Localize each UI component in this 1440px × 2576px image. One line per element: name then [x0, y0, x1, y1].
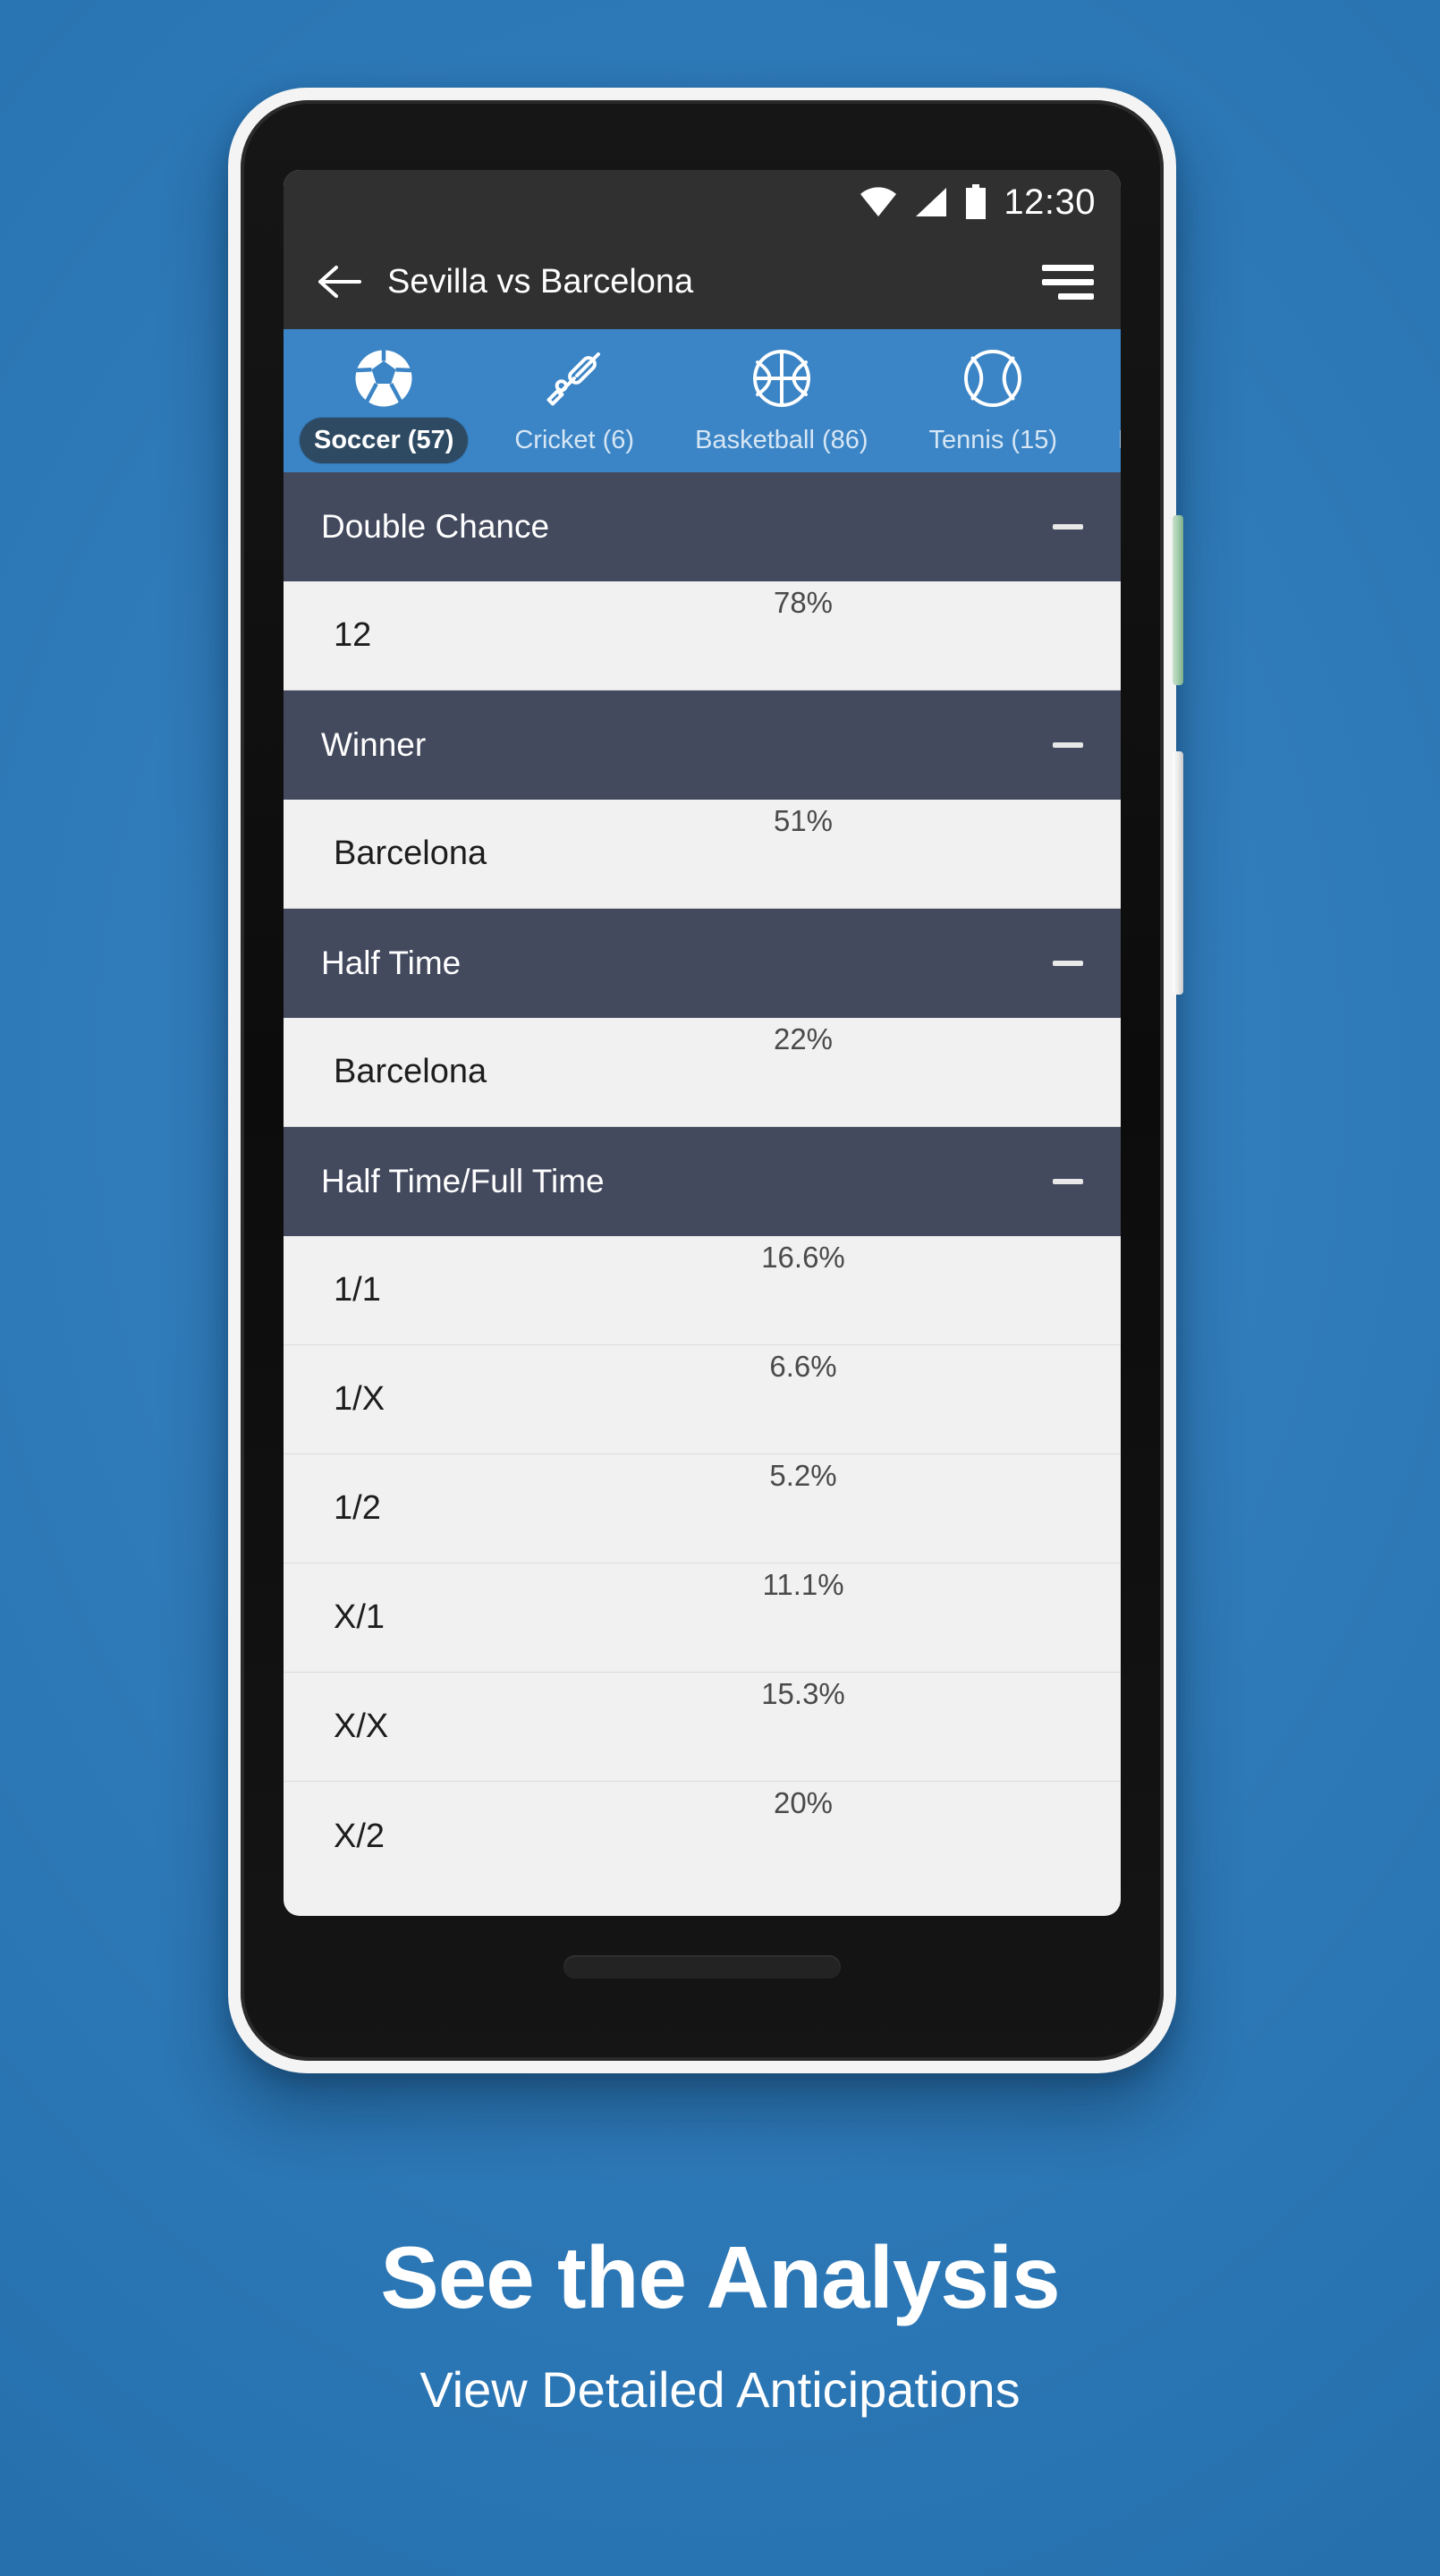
- cricket-bat-icon: [542, 339, 606, 418]
- sport-tabs-bar[interactable]: Soccer (57) Cricket (6) Basketball (86) Ten…: [284, 329, 1121, 472]
- phone-device: 12:30 Sevilla vs Barcelona Soccer (57) Cr…: [228, 88, 1183, 2073]
- power-button[interactable]: [1173, 515, 1183, 685]
- speaker-grille: [563, 1955, 841, 1979]
- market-list: Double Chance 12 78% Winner Barcelona 51% Half…: [284, 472, 1121, 1891]
- outcome-row[interactable]: X/1 11.1%: [284, 1563, 1121, 1673]
- probability-value: 11.1%: [762, 1567, 844, 1601]
- status-bar: 12:30: [284, 170, 1121, 234]
- app-bar: Sevilla vs Barcelona: [284, 234, 1121, 329]
- minus-icon[interactable]: [1053, 524, 1083, 530]
- probability-value: 22%: [773, 1021, 834, 1055]
- sport-tab-tennis[interactable]: Tennis (15): [899, 329, 1088, 463]
- sport-tab-soccer[interactable]: Soccer (57): [284, 329, 484, 463]
- volume-rocker-button[interactable]: [1173, 751, 1183, 995]
- sport-tab-cricket[interactable]: Cricket (6): [484, 329, 665, 463]
- probability-value: 16.6%: [761, 1240, 845, 1274]
- signal-icon: [914, 186, 948, 218]
- soccer-ball-icon: [352, 339, 416, 418]
- market-header[interactable]: Half Time/Full Time: [284, 1127, 1121, 1236]
- sport-tab-label: Basketball (86): [695, 426, 868, 454]
- outcome-row[interactable]: 1/1 16.6%: [284, 1236, 1121, 1345]
- market-header[interactable]: Double Chance: [284, 472, 1121, 581]
- sport-tab-label: Tennis (15): [928, 426, 1057, 454]
- market-header[interactable]: Half Time: [284, 909, 1121, 1018]
- phone-screen: 12:30 Sevilla vs Barcelona Soccer (57) Cr…: [284, 170, 1121, 1916]
- sport-tab-basketball[interactable]: Basketball (86): [665, 329, 898, 463]
- outcome-row[interactable]: X/X 15.3%: [284, 1673, 1121, 1782]
- outcome-label: 12: [334, 616, 372, 654]
- market-title: Half Time/Full Time: [321, 1163, 605, 1199]
- caption-subtitle: View Detailed Anticipations: [419, 2361, 1021, 2418]
- caption-block: See the Analysis View Detailed Anticipat…: [0, 2227, 1440, 2419]
- outcome-label: X/1: [334, 1598, 385, 1636]
- market-title: Winner: [321, 726, 427, 763]
- app-bar-title: Sevilla vs Barcelona: [387, 262, 694, 301]
- sport-tab-label: Cricket (6): [514, 426, 635, 454]
- outcome-row[interactable]: 12 78%: [284, 581, 1121, 691]
- sport-tab-horce[interactable]: Horce Racing: [1088, 329, 1121, 463]
- minus-icon[interactable]: [1053, 1179, 1083, 1184]
- outcome-label: X/X: [334, 1707, 389, 1745]
- outcome-label: 1/1: [334, 1271, 381, 1309]
- basketball-icon: [750, 339, 814, 418]
- phone-bezel: 12:30 Sevilla vs Barcelona Soccer (57) Cr…: [241, 100, 1164, 2061]
- minus-icon[interactable]: [1053, 742, 1083, 748]
- probability-value: 6.6%: [769, 1349, 837, 1383]
- outcome-label: X/2: [334, 1817, 385, 1855]
- outcome-label: 1/2: [334, 1489, 381, 1527]
- market-title: Half Time: [321, 945, 462, 981]
- outcome-row[interactable]: Barcelona 22%: [284, 1018, 1121, 1127]
- back-arrow-icon[interactable]: [310, 253, 368, 310]
- outcome-label: Barcelona: [334, 835, 487, 872]
- probability-value: 5.2%: [769, 1458, 837, 1492]
- outcome-label: 1/X: [334, 1380, 385, 1418]
- outcome-label: Barcelona: [334, 1053, 487, 1090]
- probability-value: 15.3%: [761, 1676, 845, 1710]
- sport-tab-label: Soccer (57): [300, 418, 469, 463]
- tennis-ball-icon: [961, 339, 1025, 418]
- sport-tab-label: Horce Racing: [1104, 418, 1121, 463]
- hamburger-menu-icon[interactable]: [1037, 253, 1094, 310]
- probability-value: 51%: [773, 803, 834, 837]
- market-header[interactable]: Winner: [284, 691, 1121, 800]
- probability-value: 78%: [773, 585, 834, 619]
- wifi-icon: [859, 186, 898, 218]
- outcome-row[interactable]: X/2 20%: [284, 1782, 1121, 1891]
- status-clock: 12:30: [1004, 182, 1096, 222]
- probability-value: 20%: [773, 1786, 834, 1819]
- market-title: Double Chance: [321, 508, 550, 545]
- caption-title: See the Analysis: [380, 2228, 1060, 2326]
- battery-icon: [964, 184, 987, 220]
- outcome-row[interactable]: Barcelona 51%: [284, 800, 1121, 909]
- outcome-row[interactable]: 1/2 5.2%: [284, 1454, 1121, 1563]
- outcome-row[interactable]: 1/X 6.6%: [284, 1345, 1121, 1454]
- minus-icon[interactable]: [1053, 961, 1083, 966]
